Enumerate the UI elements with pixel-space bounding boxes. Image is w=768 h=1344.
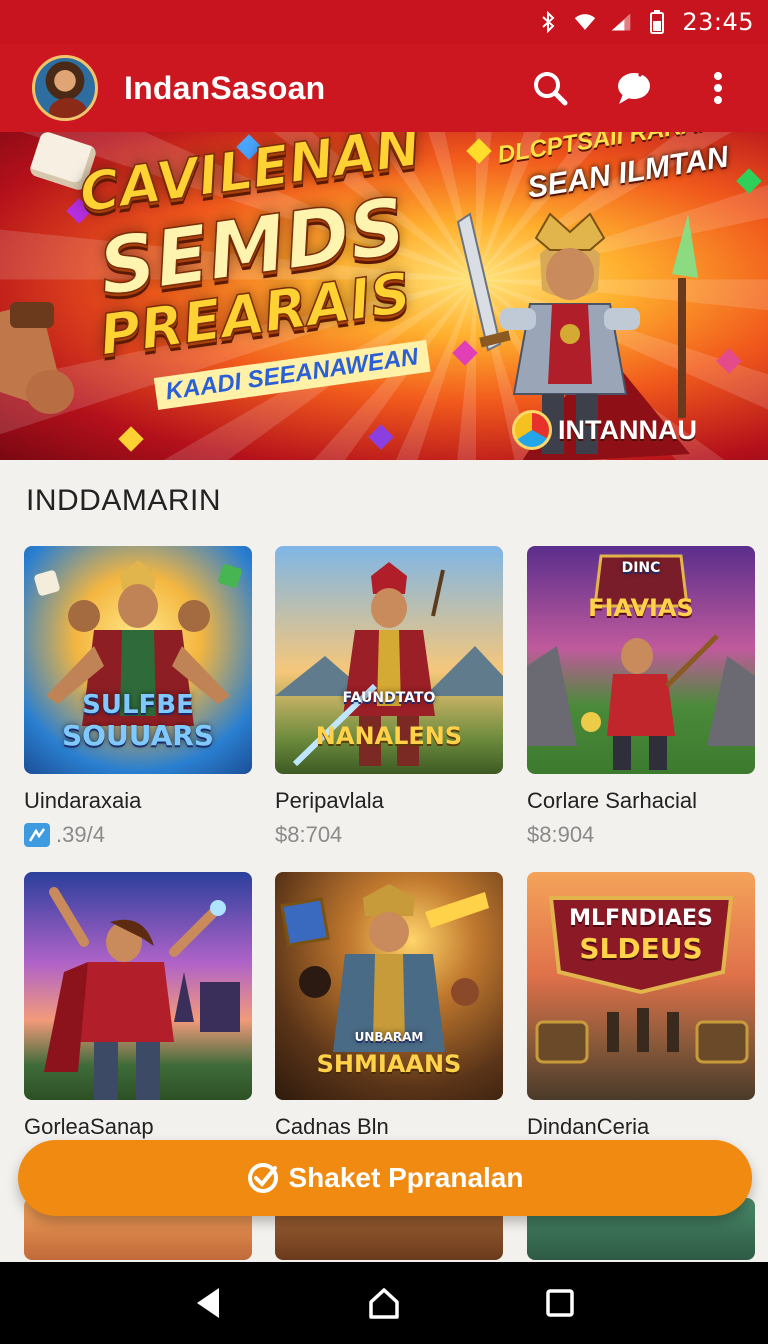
section-title: INDDAMARIN — [26, 484, 222, 517]
game-thumbnail: UNBARAM SHMIAANS — [275, 872, 503, 1100]
game-name: Peripavlala — [275, 788, 384, 813]
game-price: .39/4 — [24, 822, 252, 848]
game-name: Cadnas Bln — [275, 1114, 389, 1139]
game-name: Uindaraxaia — [24, 788, 142, 813]
game-price-value: $8:904 — [527, 822, 595, 847]
check-circle-icon — [247, 1163, 278, 1193]
arm-illustration — [0, 302, 74, 414]
chat-icon — [618, 70, 650, 104]
banner-badge: INTANNAU — [512, 408, 697, 452]
game-thumbnail: DINC FIAVIAS — [527, 546, 755, 774]
thumbnail-title-line2: SHMIAANS — [316, 1050, 462, 1078]
more-vert-icon — [714, 72, 722, 104]
game-thumbnail: FAUNDTATO NANALENS — [275, 546, 503, 774]
game-card[interactable]: DINC FIAVIAS Corlare Sarhacial $8:904 — [527, 546, 755, 848]
game-price-value: .39/4 — [56, 822, 105, 847]
game-thumbnail: MLFNDIAES SLDEUS — [527, 872, 755, 1100]
bluetooth-icon — [538, 11, 560, 33]
thumbnail-title-line1: MLFNDIAES — [569, 906, 713, 931]
game-card[interactable]: MLFNDIAES SLDEUS DindanCeria — [527, 872, 755, 1140]
clock-text: 23:45 — [682, 8, 754, 36]
game-name: GorleaSanap — [24, 1114, 154, 1139]
game-card[interactable]: FAUNDTATO NANALENS Peripavlala $8:704 — [275, 546, 503, 848]
recents-icon — [546, 1289, 574, 1317]
search-icon — [534, 72, 568, 106]
game-card[interactable]: SULFBE SOUUARS Uindaraxaia .39/4 — [24, 546, 252, 848]
thumbnail-title-line1: SULFBE — [82, 690, 194, 720]
app-bar: IndanSasoan — [0, 44, 768, 132]
home-button[interactable] — [364, 1283, 404, 1323]
system-nav-bar — [0, 1262, 768, 1344]
cta-label: Shaket Ppranalan — [288, 1162, 524, 1193]
game-art — [527, 554, 755, 770]
coin-icon — [512, 410, 552, 450]
game-price: $8:704 — [275, 822, 503, 848]
game-name: DindanCeria — [527, 1114, 650, 1139]
game-card[interactable]: GorleaSanap — [24, 872, 252, 1140]
game-price-value: $8:704 — [275, 822, 343, 847]
back-icon — [197, 1288, 219, 1318]
game-name: Corlare Sarhacial — [527, 788, 697, 813]
primary-cta-button[interactable]: Shaket Ppranalan — [18, 1140, 752, 1216]
app-actions — [530, 68, 768, 108]
app-title: IndanSasoan — [124, 69, 326, 106]
thumbnail-title-line2: NANALENS — [315, 722, 463, 750]
app-screen: 23:45 IndanSasoan CAVILENAN SEMDS PREARA… — [0, 0, 768, 1344]
banner-badge-label: INTANNAU — [558, 414, 697, 445]
signal-icon — [610, 11, 632, 33]
thumbnail-title-line1: DINC — [621, 560, 661, 576]
thumbnail-title-line2: SOUUARS — [62, 719, 214, 752]
thumbnail-title-line2: FIAVIAS — [588, 594, 694, 622]
thumbnail-title-line2: SLDEUS — [579, 932, 703, 965]
game-thumbnail — [24, 872, 252, 1100]
avatar[interactable] — [32, 55, 98, 121]
wifi-icon — [574, 11, 596, 33]
recents-button[interactable] — [540, 1283, 580, 1323]
game-price: $8:904 — [527, 822, 755, 848]
more-options-button[interactable] — [698, 68, 738, 108]
game-thumbnail: SULFBE SOUUARS — [24, 546, 252, 774]
thumbnail-title-line1: FAUNDTATO — [342, 690, 436, 706]
thumbnail-title-line1: UNBARAM — [354, 1030, 424, 1044]
status-bar: 23:45 — [0, 0, 768, 44]
game-card[interactable]: UNBARAM SHMIAANS Cadnas Bln — [275, 872, 503, 1140]
chat-button[interactable] — [614, 68, 654, 108]
app-badge-icon — [24, 823, 50, 847]
back-button[interactable] — [188, 1283, 228, 1323]
home-icon — [369, 1288, 399, 1319]
game-art — [44, 887, 240, 1100]
promo-banner[interactable]: CAVILENAN SEMDS PREARAIS KAADI SEEANAWEA… — [0, 132, 768, 460]
search-button[interactable] — [530, 68, 570, 108]
battery-icon — [646, 10, 668, 34]
